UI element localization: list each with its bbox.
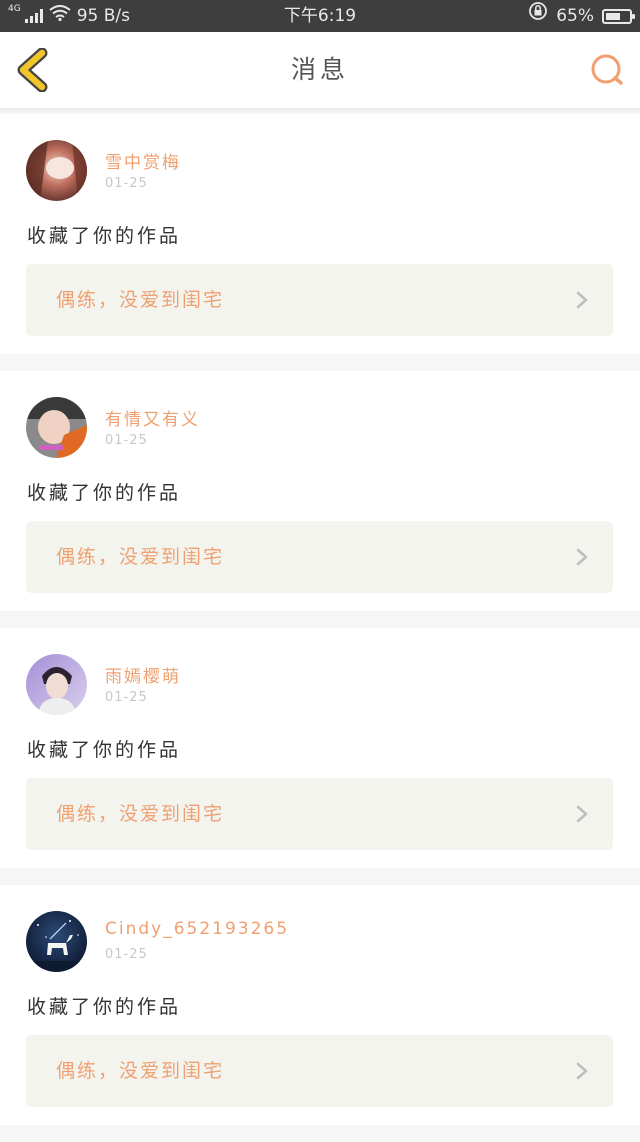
username[interactable]: 有情又有义 (105, 405, 200, 430)
message-date: 01-25 (105, 176, 148, 191)
message-date: 01-25 (105, 433, 148, 448)
avatar-user-3[interactable] (26, 654, 87, 715)
work-title: 偶练，没爱到闺宅 (56, 1060, 225, 1082)
message-card: 有情又有义 01-25 收藏了你的作品 偶练，没爱到闺宅 (0, 371, 640, 611)
message-card: 雨嫣樱萌 01-25 收藏了你的作品 偶练，没爱到闺宅 (0, 628, 640, 868)
chevron-right-icon (576, 291, 588, 309)
clock: 下午6:19 (283, 6, 357, 26)
avatar-user-2[interactable] (26, 397, 87, 458)
action-text: 收藏了你的作品 (27, 739, 182, 761)
battery-icon (602, 8, 635, 24)
chevron-right-icon (576, 805, 588, 823)
status-bar: 4G 95 B/s 下午6:19 65% (0, 0, 640, 32)
work-link[interactable]: 偶练，没爱到闺宅 (26, 1035, 613, 1107)
work-link[interactable]: 偶练，没爱到闺宅 (26, 521, 613, 593)
avatar-user-1[interactable] (26, 140, 87, 201)
action-text: 收藏了你的作品 (27, 996, 182, 1018)
battery-percent: 65% (556, 6, 594, 26)
username[interactable]: Cindy_652193265 (105, 919, 289, 939)
battery-level-fill (606, 12, 621, 20)
avatar-user-4[interactable] (26, 911, 87, 972)
message-card: 雪中赏梅 01-25 收藏了你的作品 偶练，没爱到闺宅 (0, 114, 640, 354)
search-button[interactable] (586, 52, 626, 88)
chevron-right-icon (576, 1062, 588, 1080)
message-date: 01-25 (105, 690, 148, 705)
chevron-right-icon (576, 548, 588, 566)
search-icon (591, 54, 623, 85)
message-card: Cindy_652193265 01-25 收藏了你的作品 偶练，没爱到闺宅 (0, 885, 640, 1125)
username[interactable]: 雪中赏梅 (105, 148, 181, 173)
page-title: 消息 (290, 55, 349, 84)
message-date: 01-25 (105, 947, 148, 962)
work-title: 偶练，没爱到闺宅 (56, 289, 225, 311)
action-text: 收藏了你的作品 (27, 225, 182, 247)
work-link[interactable]: 偶练，没爱到闺宅 (26, 778, 613, 850)
work-title: 偶练，没爱到闺宅 (56, 546, 225, 568)
rotation-lock-icon (528, 0, 548, 32)
action-text: 收藏了你的作品 (27, 482, 182, 504)
message-list: 雪中赏梅 01-25 收藏了你的作品 偶练，没爱到闺宅 有情又有义 01-25 … (0, 114, 640, 1142)
work-link[interactable]: 偶练，没爱到闺宅 (26, 264, 613, 336)
status-right: 65% (528, 0, 635, 32)
header: 消息 (0, 32, 640, 109)
username[interactable]: 雨嫣樱萌 (105, 662, 181, 687)
work-title: 偶练，没爱到闺宅 (56, 803, 225, 825)
